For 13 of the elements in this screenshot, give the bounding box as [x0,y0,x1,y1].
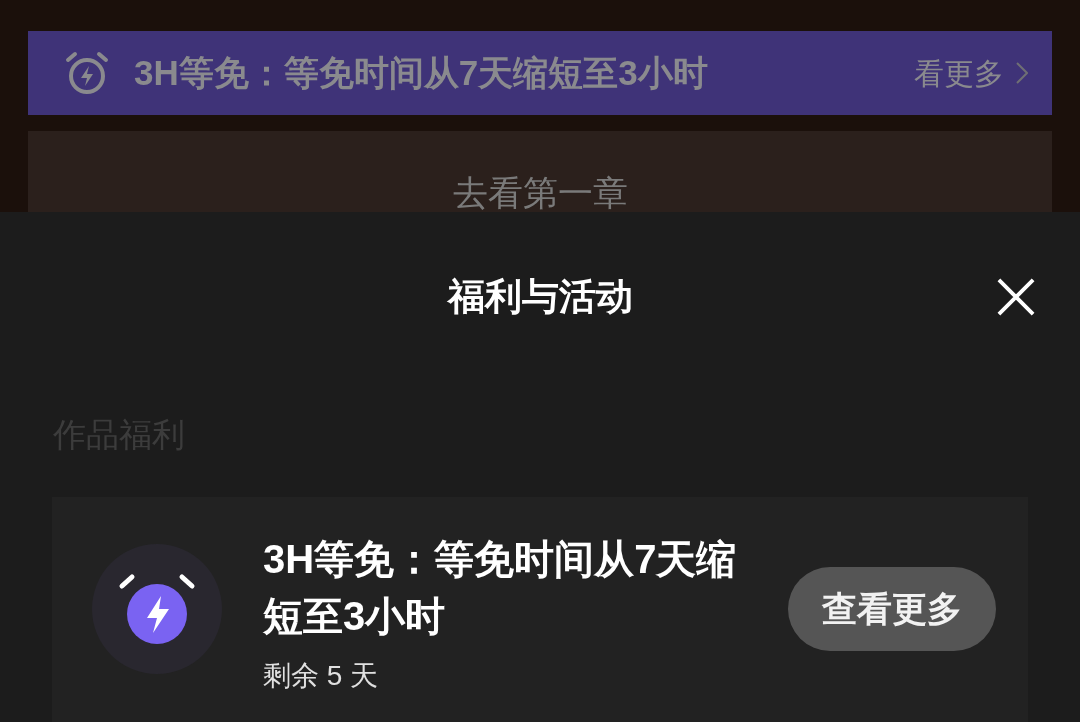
remaining-time: 剩余 5 天 [263,659,380,693]
alarm-bolt-icon [92,544,222,674]
first-chapter-button[interactable]: 去看第一章 [28,131,1052,212]
benefit-title: 3H等免：等免时间从7天缩短至3小时 [263,536,738,640]
close-icon [997,278,1035,316]
see-more-link[interactable]: 看更多 [914,50,1004,96]
see-more-button[interactable]: 查看更多 [788,567,996,651]
alarm-bolt-icon [65,51,109,95]
close-button[interactable] [996,277,1036,317]
promo-banner[interactable]: 3H等免：等免时间从7天缩短至3小时 看更多 [28,31,1052,115]
chevron-right-icon [1016,62,1028,84]
banner-title: 3H等免：等免时间从7天缩短至3小时 [134,51,708,94]
sheet-title: 福利与活动 [447,275,633,320]
